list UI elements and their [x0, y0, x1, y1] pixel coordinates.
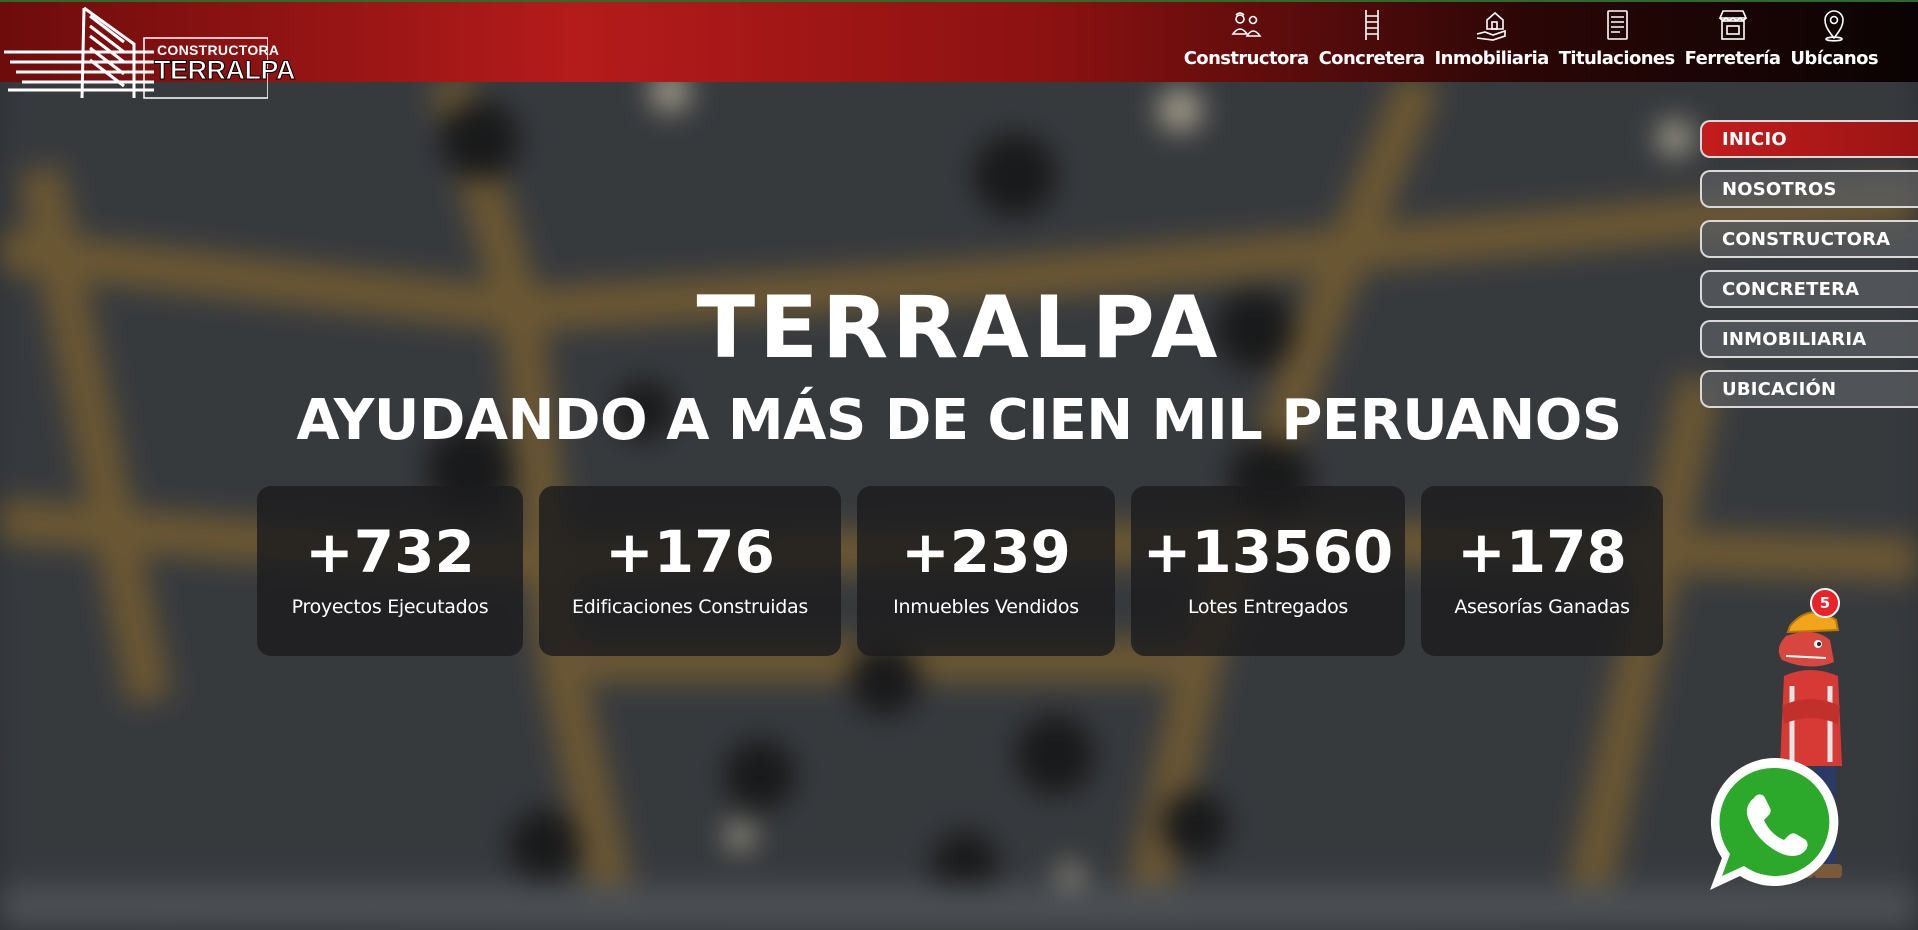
stat-value: +732 — [305, 518, 475, 586]
notification-badge: 5 — [1810, 588, 1840, 618]
topnav-label: Ferretería — [1684, 48, 1781, 69]
topnav-inmobiliaria[interactable]: Inmobiliaria — [1435, 8, 1549, 69]
sidenav-inicio[interactable]: INICIO — [1700, 120, 1918, 158]
worker-team-icon — [1231, 12, 1262, 37]
store-icon — [1718, 10, 1747, 40]
topnav-label: Inmobiliaria — [1434, 48, 1550, 69]
site-header: CONSTRUCTORA TERRALPA Constructora Concr… — [0, 0, 1918, 99]
logo-name: TERRALPA — [154, 55, 297, 86]
topnav-label: Constructora — [1183, 48, 1309, 69]
topnav-label: Concretera — [1318, 48, 1426, 69]
top-navigation: Constructora Concretera Inmobiliaria Tit… — [1184, 8, 1879, 69]
stat-value: +13560 — [1142, 518, 1394, 586]
topnav-concretera[interactable]: Concretera — [1319, 8, 1425, 69]
stat-card: +176 Edificaciones Construidas — [539, 486, 841, 656]
topnav-ubicanos[interactable]: Ubícanos — [1790, 8, 1879, 69]
topnav-ferreteria[interactable]: Ferretería — [1685, 8, 1781, 69]
stat-card: +13560 Lotes Entregados — [1131, 486, 1405, 656]
terralpa-logo[interactable]: CONSTRUCTORA TERRALPA — [4, 4, 296, 102]
stat-label: Proyectos Ejecutados — [291, 596, 489, 618]
sidenav-constructora[interactable]: CONSTRUCTORA — [1700, 220, 1918, 258]
document-icon — [1606, 10, 1628, 40]
stat-card: +239 Inmuebles Vendidos — [857, 486, 1115, 656]
house-hand-icon — [1476, 11, 1506, 41]
ladder-icon — [1364, 10, 1379, 40]
hero-title: TERRALPA — [696, 278, 1222, 378]
location-pin-icon — [1824, 10, 1845, 42]
stat-label: Asesorías Ganadas — [1454, 596, 1630, 618]
topnav-constructora[interactable]: Constructora — [1184, 8, 1309, 69]
sidenav-nosotros[interactable]: NOSOTROS — [1700, 170, 1918, 208]
stat-card: +178 Asesorías Ganadas — [1421, 486, 1663, 656]
stat-label: Edificaciones Construidas — [572, 596, 808, 618]
topnav-label: Titulaciones — [1558, 48, 1676, 69]
topnav-titulaciones[interactable]: Titulaciones — [1559, 8, 1675, 69]
stat-value: +239 — [901, 518, 1071, 586]
hero-background — [0, 0, 1918, 930]
stat-card: +732 Proyectos Ejecutados — [257, 486, 523, 656]
stat-value: +176 — [605, 518, 775, 586]
topnav-label: Ubícanos — [1790, 48, 1878, 69]
stat-label: Lotes Entregados — [1187, 596, 1349, 618]
whatsapp-icon[interactable] — [1706, 754, 1844, 896]
stat-value: +178 — [1457, 518, 1627, 586]
stat-label: Inmuebles Vendidos — [893, 596, 1079, 618]
hero-subtitle: AYUDANDO A MÁS DE CIEN MIL PERUANOS — [296, 388, 1622, 453]
